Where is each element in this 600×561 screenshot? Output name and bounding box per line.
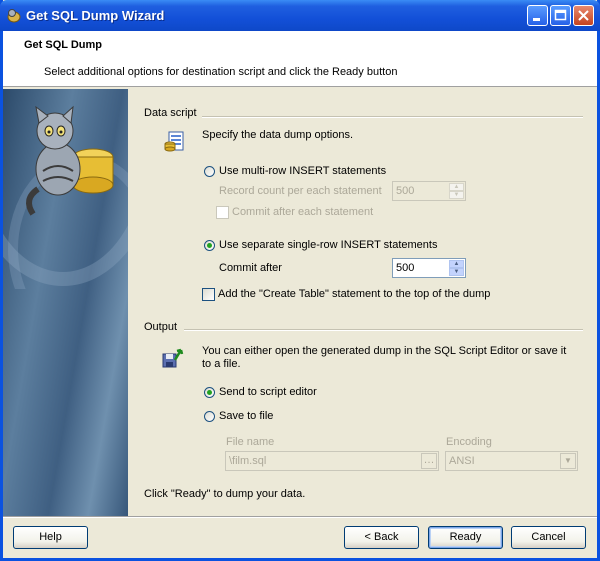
output-description-line2: to a file. xyxy=(202,358,241,370)
close-icon xyxy=(578,10,589,21)
encoding-select[interactable]: ANSI ▼ xyxy=(445,451,578,471)
encoding-value: ANSI xyxy=(449,455,475,467)
spin-down-icon[interactable]: ▼ xyxy=(449,268,464,276)
back-button[interactable]: < Back xyxy=(344,526,419,549)
maximize-button[interactable] xyxy=(550,5,571,26)
single-row-insert-radio[interactable] xyxy=(204,240,215,251)
output-section-title: Output xyxy=(144,321,178,333)
create-table-label[interactable]: Add the "Create Table" statement to the … xyxy=(218,288,490,300)
send-to-editor-radio[interactable] xyxy=(204,387,215,398)
page-description: Select additional options for destinatio… xyxy=(44,66,398,78)
single-row-insert-label[interactable]: Use separate single-row INSERT statement… xyxy=(219,239,437,251)
spin-up-icon[interactable]: ▲ xyxy=(449,183,464,191)
wizard-window: Get SQL Dump Wizard Get SQL Dump Select … xyxy=(0,0,600,561)
data-options-icon xyxy=(164,131,184,152)
footer-hint: Click "Ready" to dump your data. xyxy=(144,488,306,500)
commit-each-label: Commit after each statement xyxy=(232,206,374,218)
output-description-line1: You can either open the generated dump i… xyxy=(202,345,567,357)
minimize-button[interactable] xyxy=(527,5,548,26)
cancel-button[interactable]: Cancel xyxy=(511,526,586,549)
minimize-icon xyxy=(533,18,540,21)
wizard-header: Get SQL Dump Select additional options f… xyxy=(3,31,597,87)
maximize-icon xyxy=(554,9,567,21)
save-to-file-radio[interactable] xyxy=(204,411,215,422)
data-script-divider xyxy=(202,116,583,118)
record-count-label: Record count per each statement xyxy=(219,185,382,197)
multi-row-insert-radio[interactable] xyxy=(204,166,215,177)
side-banner xyxy=(3,89,128,516)
help-button[interactable]: Help xyxy=(13,526,88,549)
commit-after-label: Commit after xyxy=(219,262,282,274)
record-count-spinner[interactable]: 500 ▲ ▼ xyxy=(392,181,466,201)
data-script-section-title: Data script xyxy=(144,107,197,119)
spin-down-icon[interactable]: ▼ xyxy=(449,191,464,199)
ready-button[interactable]: Ready xyxy=(428,526,503,549)
file-name-label: File name xyxy=(226,436,275,448)
data-script-description: Specify the data dump options. xyxy=(202,129,354,141)
window-title: Get SQL Dump Wizard xyxy=(26,8,165,23)
record-count-value: 500 xyxy=(396,185,415,197)
close-button[interactable] xyxy=(573,5,594,26)
app-icon xyxy=(7,9,21,23)
commit-each-checkbox[interactable] xyxy=(216,206,229,219)
wizard-content: Data script Specify the data dump option… xyxy=(130,89,597,516)
commit-after-value: 500 xyxy=(396,262,415,274)
spin-up-icon[interactable]: ▲ xyxy=(449,260,464,268)
title-bar[interactable]: Get SQL Dump Wizard xyxy=(0,0,600,31)
commit-after-spinner[interactable]: 500 ▲ ▼ xyxy=(392,258,466,278)
send-to-editor-label[interactable]: Send to script editor xyxy=(219,386,317,398)
browse-icon[interactable]: … xyxy=(421,453,437,469)
footer-divider xyxy=(3,516,597,518)
page-title: Get SQL Dump xyxy=(24,39,103,51)
save-to-file-label[interactable]: Save to file xyxy=(219,410,273,422)
encoding-label: Encoding xyxy=(446,436,492,448)
save-output-icon xyxy=(162,348,184,368)
create-table-checkbox[interactable] xyxy=(202,288,215,301)
output-divider xyxy=(184,329,583,331)
cat-with-database-icon xyxy=(3,105,128,344)
file-name-input[interactable]: \film.sql … xyxy=(225,451,439,471)
chevron-down-icon[interactable]: ▼ xyxy=(560,453,576,469)
file-name-value: \film.sql xyxy=(229,455,267,467)
multi-row-insert-label[interactable]: Use multi-row INSERT statements xyxy=(219,165,386,177)
